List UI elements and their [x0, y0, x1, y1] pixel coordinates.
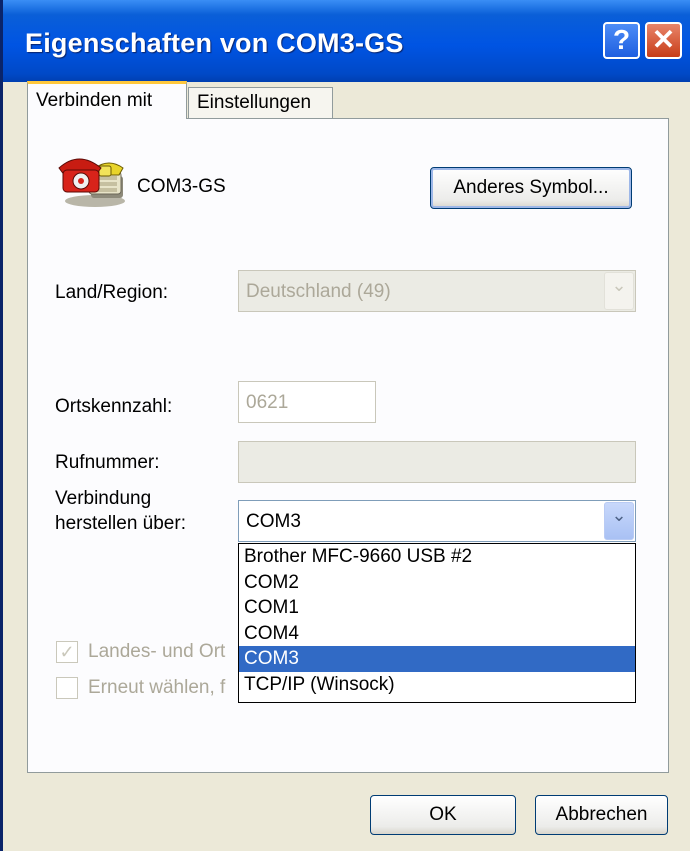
dropdown-option[interactable]: TCP/IP (Winsock) — [239, 672, 635, 698]
dropdown-option-selected[interactable]: COM3 — [239, 646, 635, 672]
chevron-down-icon: ⌄ — [604, 272, 634, 310]
country-code-checkbox-label: Landes- und Ort — [88, 641, 226, 662]
title-bar[interactable]: Eigenschaften von COM3-GS ? ✕ — [3, 0, 690, 82]
redial-checkbox-label: Erneut wählen, f — [88, 677, 226, 698]
area-code-field[interactable]: 0621 — [238, 381, 376, 423]
checkmark-icon: ✓ — [59, 642, 75, 662]
connect-via-label-line1: Verbindung — [55, 488, 152, 509]
phone-icon — [58, 158, 125, 207]
dialog-window: Eigenschaften von COM3-GS ? ✕ Verbinden … — [0, 0, 690, 851]
connect-via-dropdown-list: Brother MFC-9660 USB #2 COM2 COM1 COM4 C… — [238, 543, 636, 703]
connect-via-value: COM3 — [246, 511, 301, 532]
dropdown-option[interactable]: COM4 — [239, 621, 635, 647]
window-title: Eigenschaften von COM3-GS — [25, 28, 404, 58]
help-button[interactable]: ? — [603, 22, 640, 59]
connect-via-label-line2: herstellen über: — [55, 513, 186, 534]
cancel-button[interactable]: Abbrechen — [535, 795, 668, 835]
tab-verbinden-mit[interactable]: Verbinden mit — [27, 81, 187, 119]
tab-einstellungen[interactable]: Einstellungen — [188, 87, 333, 119]
region-label: Land/Region: — [55, 282, 169, 303]
redial-checkbox[interactable] — [56, 677, 78, 699]
region-select[interactable]: Deutschland (49) ⌄ — [238, 270, 636, 312]
area-code-label: Ortskennzahl: — [55, 396, 173, 417]
phone-label: Rufnummer: — [55, 452, 160, 473]
connect-via-select[interactable]: COM3 ⌄ — [238, 500, 636, 542]
phone-field[interactable] — [238, 441, 636, 483]
chevron-down-icon[interactable]: ⌄ — [604, 502, 634, 540]
dropdown-option[interactable]: COM1 — [239, 595, 635, 621]
region-value: Deutschland (49) — [246, 281, 391, 302]
country-code-checkbox[interactable]: ✓ — [56, 641, 78, 663]
close-button[interactable]: ✕ — [645, 22, 682, 59]
dropdown-option[interactable]: Brother MFC-9660 USB #2 — [239, 544, 635, 570]
ok-button[interactable]: OK — [370, 795, 516, 835]
area-code-value: 0621 — [246, 392, 289, 413]
change-icon-button[interactable]: Anderes Symbol... — [430, 167, 632, 209]
connection-name: COM3-GS — [137, 176, 226, 197]
dropdown-option[interactable]: COM2 — [239, 570, 635, 596]
